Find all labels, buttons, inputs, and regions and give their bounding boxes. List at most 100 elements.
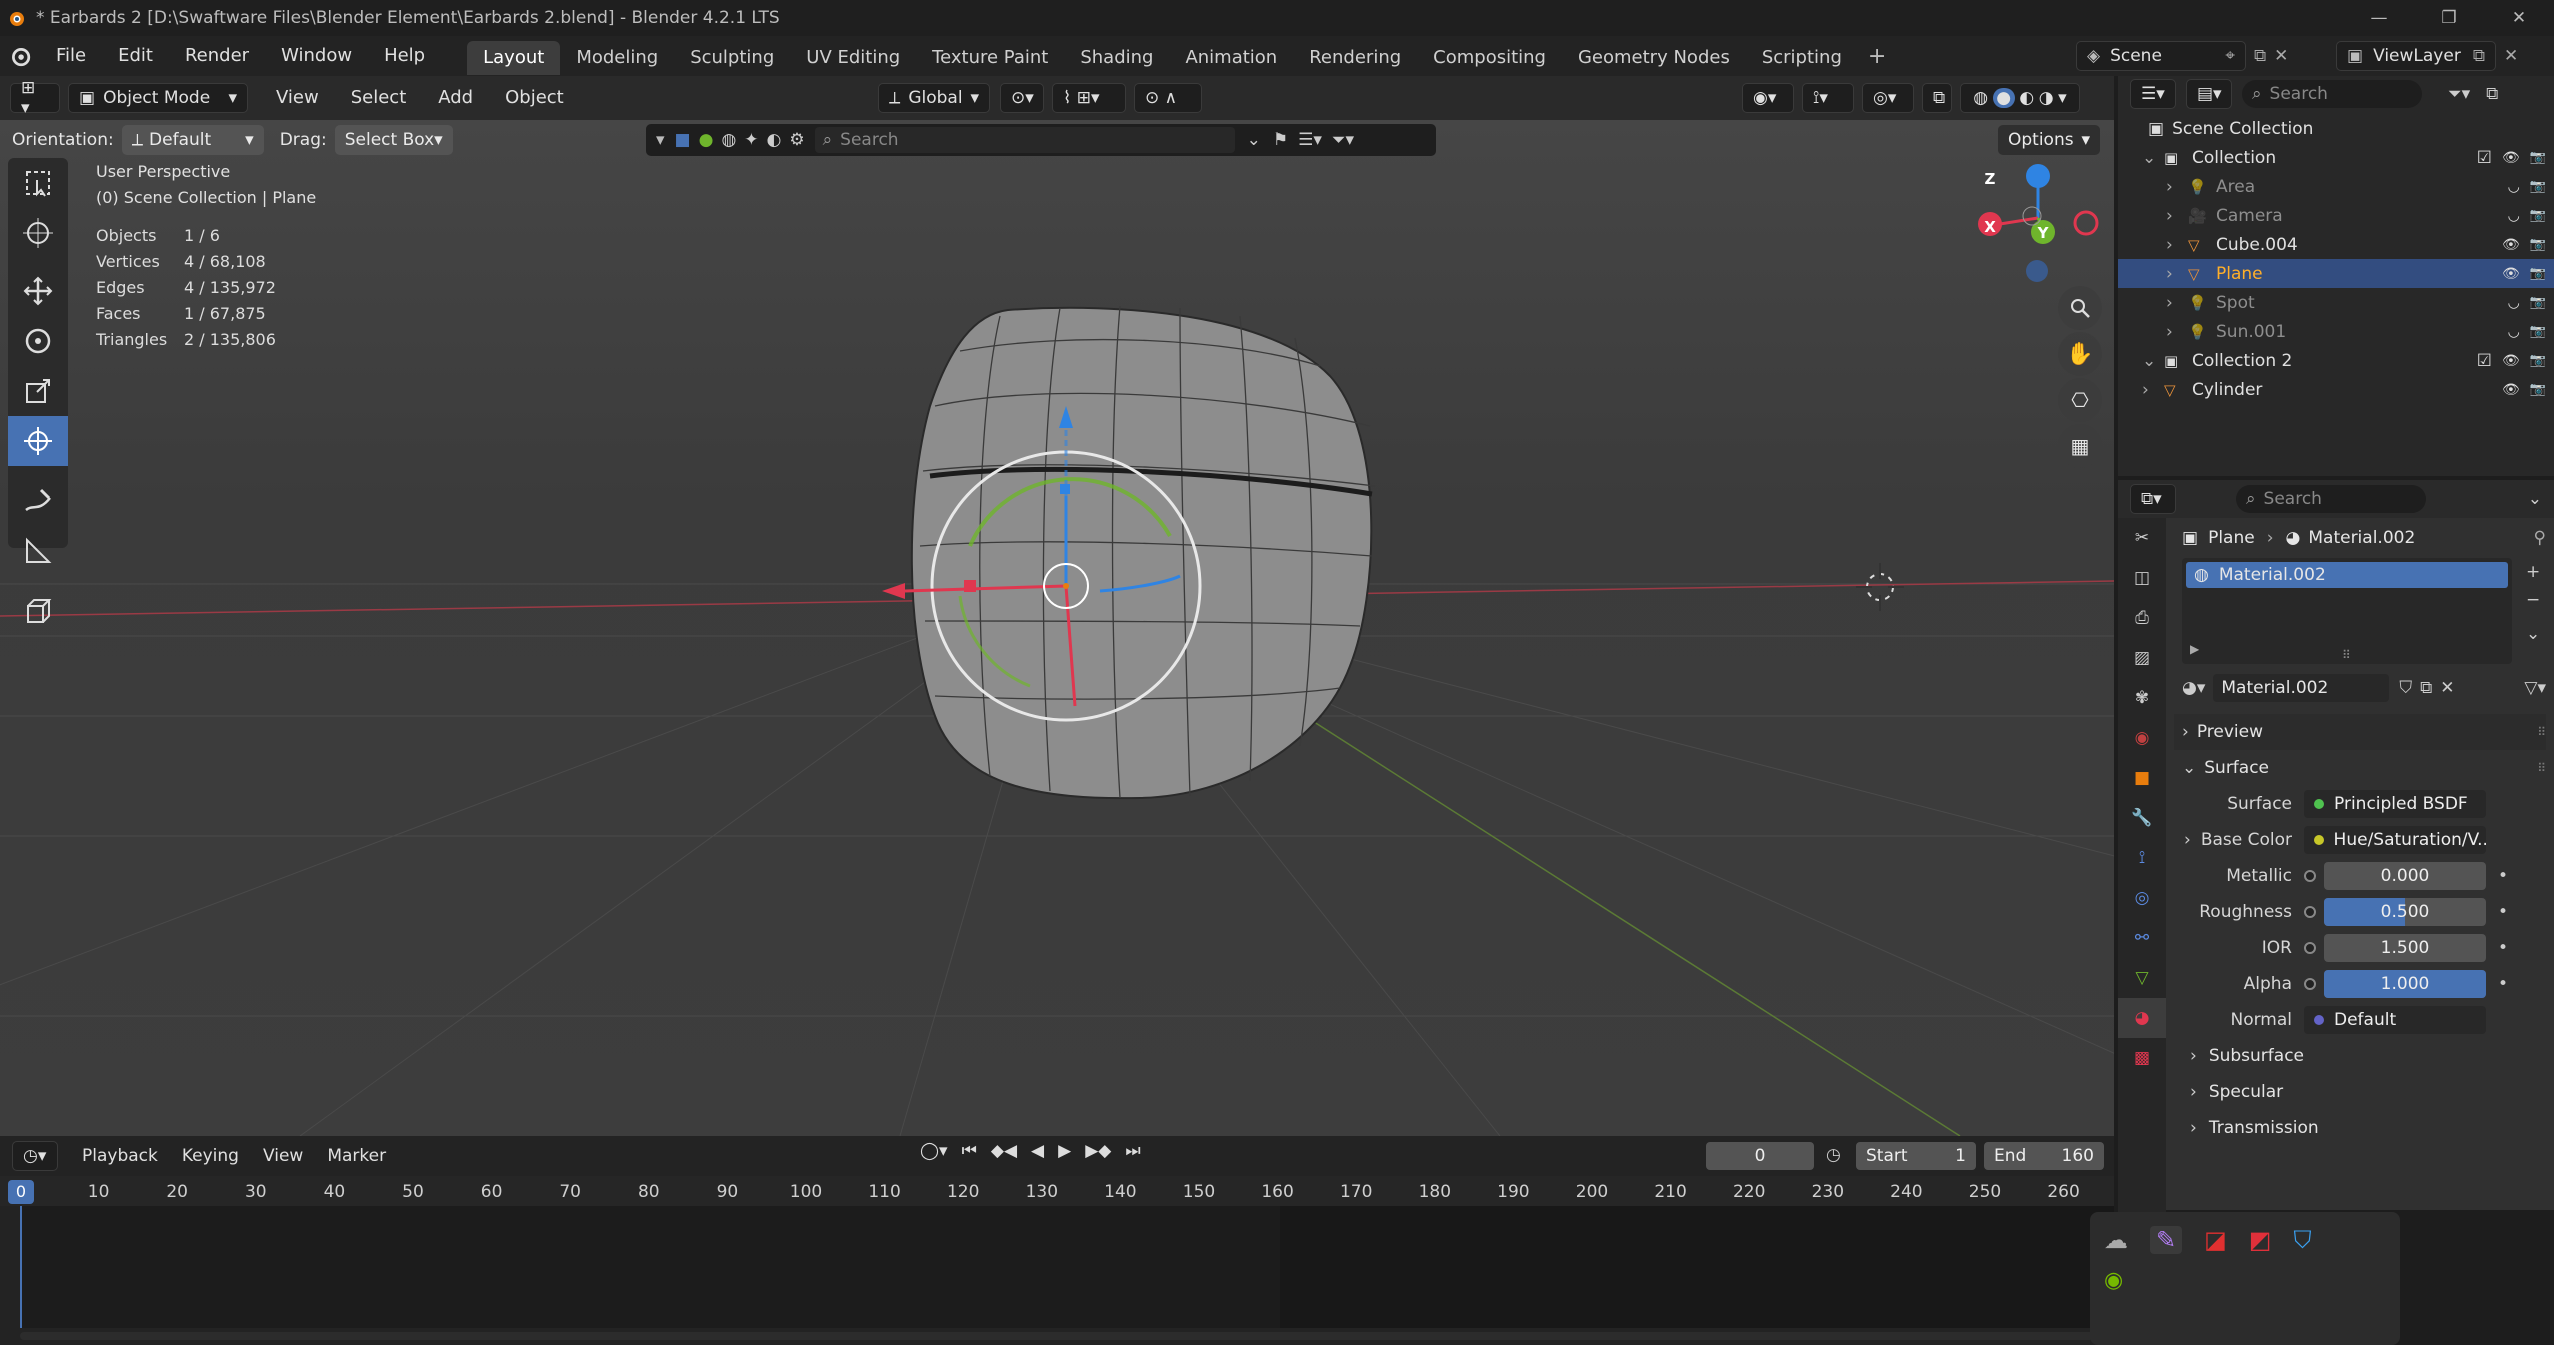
material-filter-icon[interactable]: ◍ <box>721 130 736 150</box>
rotate-tool-icon[interactable] <box>8 316 68 366</box>
outliner-search-input[interactable]: ⌕ Search <box>2242 80 2422 108</box>
keyframe-dot-icon[interactable]: • <box>2498 866 2508 886</box>
options-button[interactable]: Options ▾ <box>1998 125 2100 155</box>
checkbox-icon[interactable]: ☑ <box>2477 148 2492 168</box>
node-link-field[interactable]: Default <box>2304 1006 2486 1034</box>
surface-section[interactable]: ⌄ Surface ⠿ <box>2174 750 2546 786</box>
add-slot-icon[interactable]: + <box>2526 558 2540 586</box>
data-tab-icon[interactable]: ▽ <box>2118 958 2166 998</box>
transform-tool-icon[interactable] <box>8 416 68 466</box>
render-camera-icon[interactable]: 📷 <box>2530 266 2546 281</box>
camera-view-icon[interactable]: ⎔ <box>2058 378 2102 422</box>
minimize-icon[interactable]: — <box>2344 8 2414 28</box>
solid-shading-icon[interactable]: ● <box>1992 88 2015 108</box>
expand-icon[interactable]: › <box>2142 380 2158 400</box>
scale-tool-icon[interactable] <box>8 366 68 416</box>
frame-range-area[interactable] <box>20 1206 1280 1328</box>
keyframe-dot-icon[interactable]: • <box>2498 974 2508 994</box>
add-workspace-icon[interactable]: + <box>1868 44 1886 69</box>
material-shading-icon[interactable]: ◐ <box>2019 88 2034 108</box>
delete-viewlayer-icon[interactable]: ✕ <box>2504 46 2518 66</box>
bookmark-icon[interactable]: ⚑ <box>1273 130 1288 150</box>
expand-icon[interactable]: › <box>2166 235 2182 255</box>
chevron-down-icon[interactable]: ▾ <box>2058 88 2067 108</box>
workspace-tab-scripting[interactable]: Scripting <box>1746 41 1858 75</box>
object-tab-icon[interactable]: ■ <box>2118 758 2166 798</box>
number-slider[interactable]: 0.500 <box>2324 898 2486 926</box>
menu-render[interactable]: Render <box>169 36 265 76</box>
number-slider[interactable]: 1.500 <box>2324 934 2486 962</box>
eye-icon[interactable]: 👁 <box>2502 237 2520 253</box>
node-link-field[interactable]: Hue/Saturation/V... <box>2304 826 2486 854</box>
expand-icon[interactable]: › <box>2166 322 2182 342</box>
material-browse-icon[interactable]: ◕▾ <box>2182 678 2205 698</box>
resize-handle-icon[interactable]: ⠿ <box>2342 648 2351 662</box>
outliner-editor-type-icon[interactable]: ☰▾ <box>2130 79 2176 109</box>
editor-type-icon[interactable]: ⊞ ▾ <box>10 78 60 118</box>
outliner-item-collection-2[interactable]: ⌄ ▣ Collection 2 ☑ 👁 📷 <box>2118 346 2554 375</box>
socket-dot-icon[interactable] <box>2304 978 2316 990</box>
remove-slot-icon[interactable]: − <box>2526 586 2540 614</box>
playhead[interactable] <box>20 1206 22 1328</box>
outliner-item-spot[interactable]: › 💡 Spot ◡ 📷 <box>2118 288 2554 317</box>
earbud-case-mesh[interactable] <box>910 305 1376 800</box>
fake-user-icon[interactable]: ⛉ <box>2399 678 2412 698</box>
transform-orientation[interactable]: ⟂ Global ▾ <box>878 83 990 113</box>
workspace-tab-uv-editing[interactable]: UV Editing <box>790 41 916 75</box>
chevron-right-icon[interactable]: › <box>2184 830 2191 850</box>
cloud-icon[interactable]: ☁ <box>2104 1226 2128 1254</box>
node-filter-icon[interactable]: ⚙ <box>789 130 804 150</box>
viewport-menu-select[interactable]: Select <box>335 76 423 120</box>
expand-icon[interactable]: › <box>2166 264 2182 284</box>
hidden-eye-icon[interactable]: ◡ <box>2508 179 2520 195</box>
pen-app-icon[interactable]: ✎ <box>2150 1226 2183 1254</box>
hidden-eye-icon[interactable]: ◡ <box>2508 208 2520 224</box>
expand-icon[interactable]: › <box>2166 206 2182 226</box>
new-viewlayer-icon[interactable]: ⧉ <box>2473 46 2485 66</box>
material-slot-list[interactable]: ◍ Material.002 ▶ ⠿ <box>2182 558 2512 664</box>
subsection-specular[interactable]: › Specular <box>2174 1074 2546 1110</box>
eye-icon[interactable]: 👁 <box>2502 150 2520 166</box>
outliner-item-cylinder[interactable]: › ▽ Cylinder 👁 📷 <box>2118 375 2554 404</box>
modifier-tab-icon[interactable]: 🔧 <box>2118 798 2166 838</box>
move-tool-icon[interactable] <box>8 266 68 316</box>
socket-dot-icon[interactable] <box>2304 942 2316 954</box>
render-camera-icon[interactable]: 📷 <box>2530 324 2546 339</box>
scene-tab-icon[interactable]: ✾ <box>2118 678 2166 718</box>
snap-icon[interactable]: ⌇ ⊞▾ <box>1052 83 1126 113</box>
viewport-menu-add[interactable]: Add <box>422 76 489 120</box>
amd-app-icon[interactable]: ◩ <box>2249 1226 2272 1254</box>
asset-search-input[interactable]: ⌕ Search <box>814 127 1235 153</box>
3d-viewport[interactable]: Z X Y ⊞ ▾ ▣ Object Mode ▾ View Select Add O… <box>0 76 2114 1136</box>
world-filter-icon[interactable]: ◐ <box>767 130 782 150</box>
tool-tab-icon[interactable]: ✂ <box>2118 518 2166 558</box>
workspace-tab-layout[interactable]: Layout <box>467 41 561 75</box>
3d-cursor[interactable] <box>1856 563 1904 611</box>
add-cube-tool-icon[interactable] <box>8 586 68 636</box>
material-name-field[interactable]: Material.002 <box>2213 674 2390 702</box>
texture-tab-icon[interactable]: ▩ <box>2118 1038 2166 1078</box>
playhead-frame-label[interactable]: 0 <box>8 1180 34 1204</box>
menu-file[interactable]: File <box>40 36 102 76</box>
display-mode-icon[interactable]: ▤▾ <box>2186 79 2232 109</box>
subsection-subsurface[interactable]: › Subsurface <box>2174 1038 2546 1074</box>
scene-field[interactable]: ◈ Scene ⌖ <box>2076 41 2246 71</box>
properties-editor-type-icon[interactable]: ⧉▾ <box>2130 484 2176 514</box>
render-tab-icon[interactable]: ◫ <box>2118 558 2166 598</box>
pdf-app-icon[interactable]: ◪ <box>2204 1226 2227 1254</box>
pin-icon[interactable]: ⚲ <box>2534 528 2546 548</box>
menu-window[interactable]: Window <box>265 36 368 76</box>
render-camera-icon[interactable]: 📷 <box>2530 179 2546 194</box>
constraints-tab-icon[interactable]: ⚯ <box>2118 918 2166 958</box>
xray-icon[interactable]: ⧉ <box>1922 83 1952 113</box>
expand-icon[interactable]: ⌄ <box>2142 351 2158 371</box>
rendered-shading-icon[interactable]: ◑ <box>2039 88 2054 108</box>
pan-hand-icon[interactable]: ✋ <box>2058 332 2102 376</box>
expand-icon[interactable]: › <box>2166 293 2182 313</box>
outliner-item-collection[interactable]: ⌄ ▣ Collection ☑ 👁 📷 <box>2118 143 2554 172</box>
light-filter-icon[interactable]: ✦ <box>744 130 758 150</box>
pivot-point-icon[interactable]: ⊙▾ <box>1000 83 1044 113</box>
outliner-item-plane[interactable]: › ▽ Plane 👁 📷 <box>2118 259 2554 288</box>
link-type-icon[interactable]: ▽▾ <box>2524 678 2546 698</box>
chevron-down-icon[interactable]: ▾ <box>656 130 665 150</box>
